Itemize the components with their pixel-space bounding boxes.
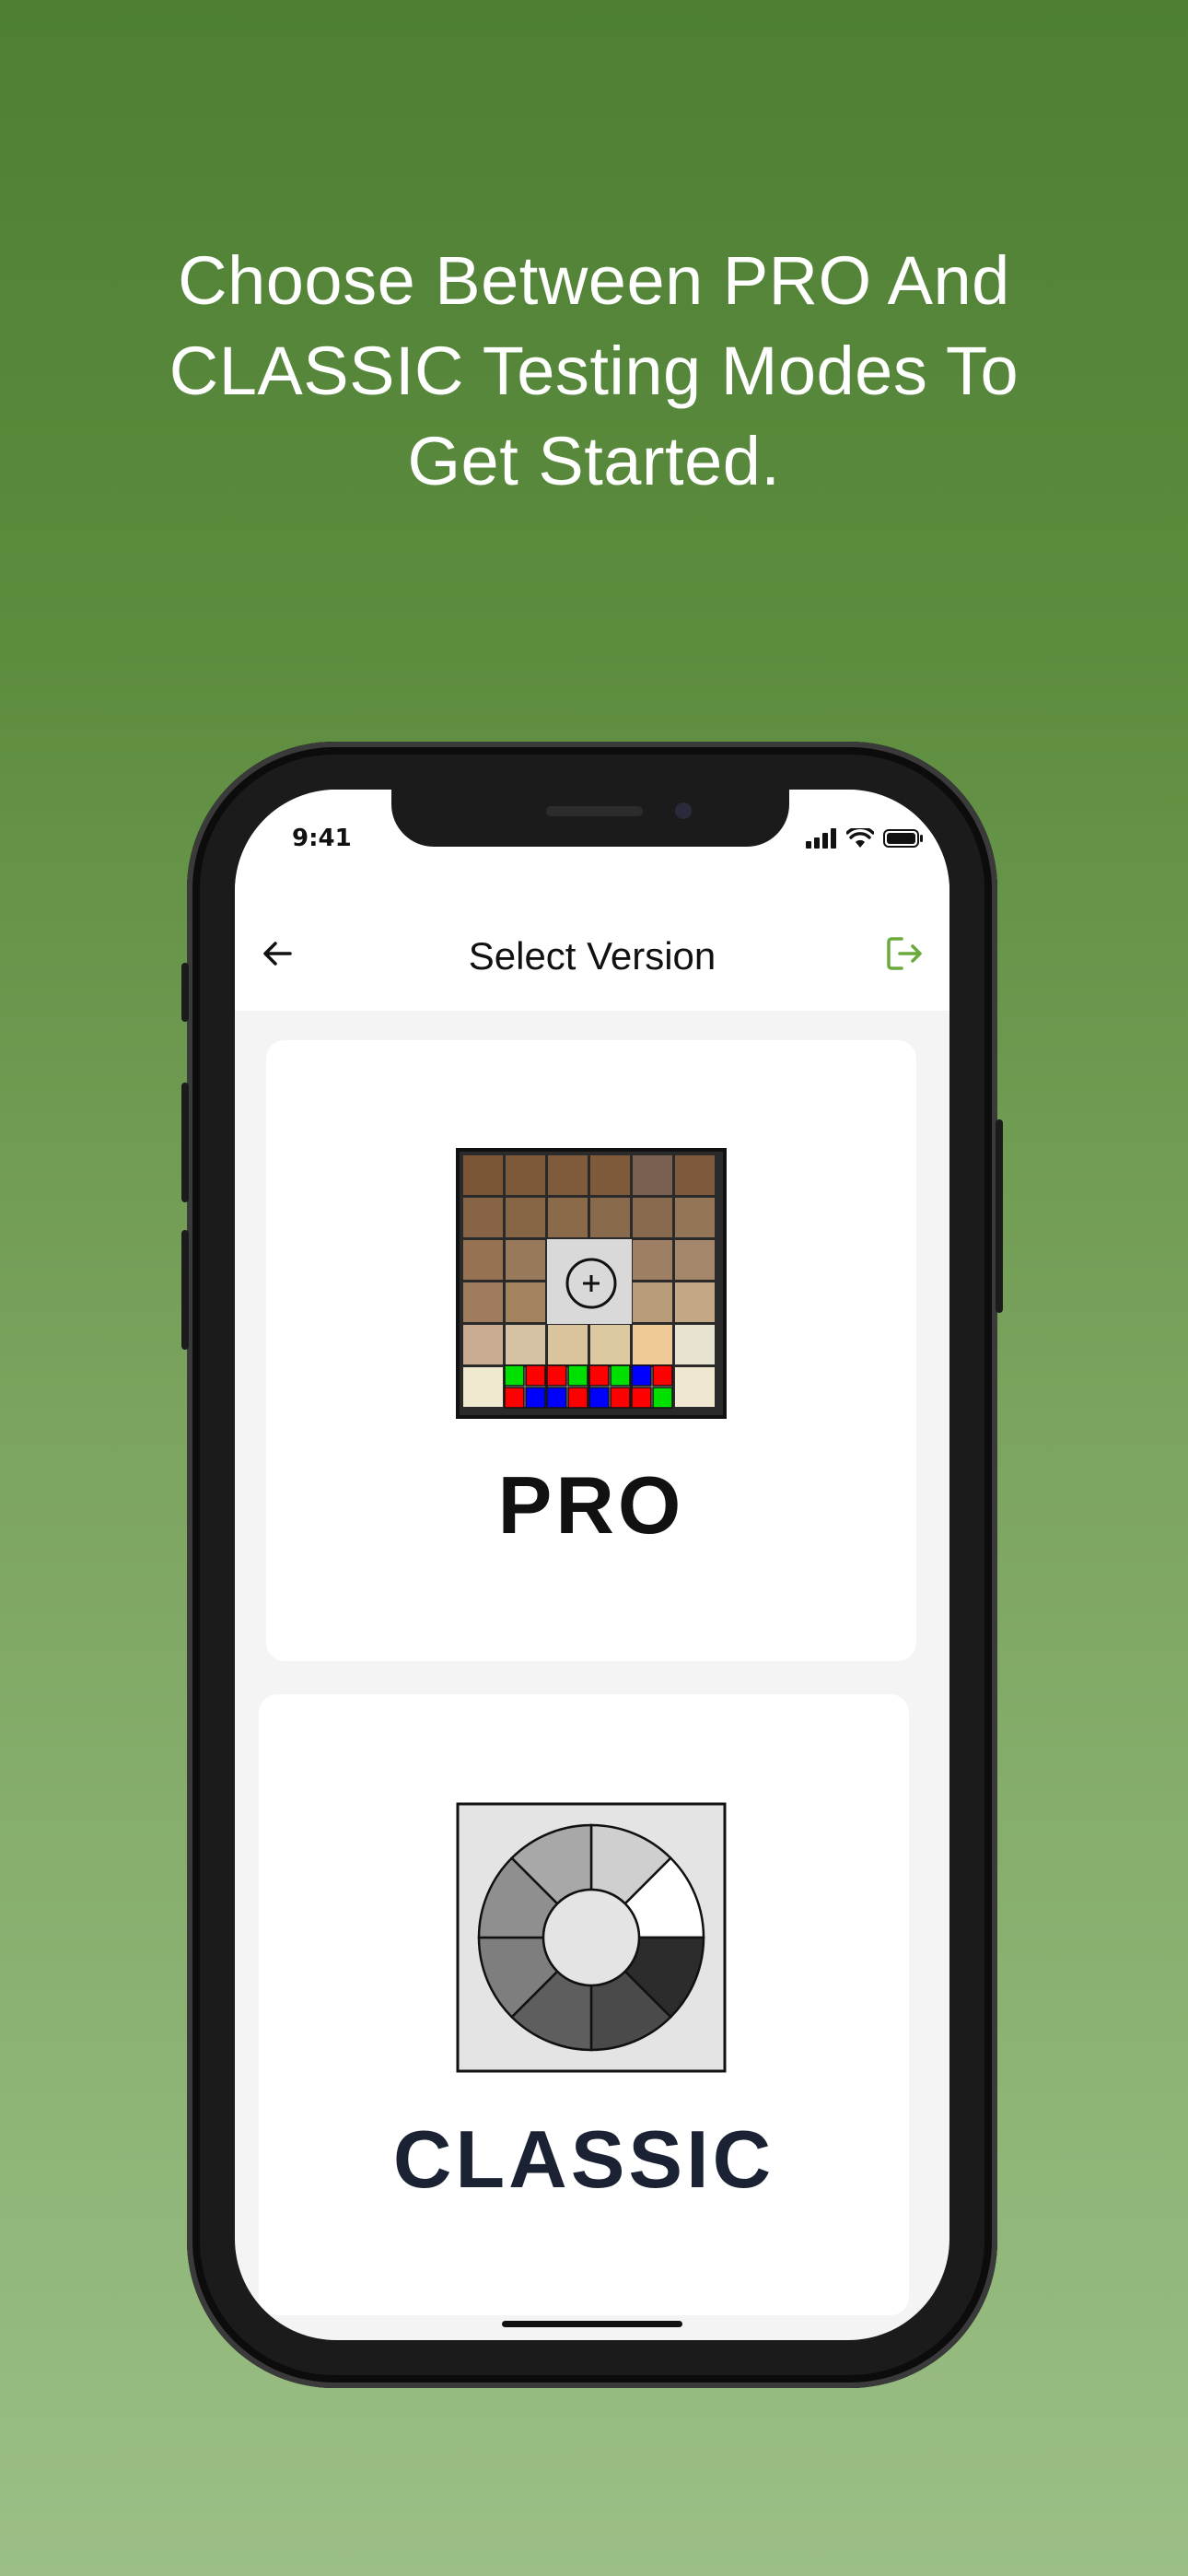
tone-swatch [633,1155,672,1195]
test-cell [610,1364,631,1387]
tone-swatch [463,1325,503,1364]
tone-swatch [463,1240,503,1280]
power-button [996,1119,1003,1313]
tone-swatch [506,1325,545,1364]
test-cell [588,1387,610,1409]
tone-swatch [675,1367,715,1407]
test-cell [546,1364,567,1387]
volume-up-button [181,1083,189,1202]
tone-swatch [590,1325,630,1364]
test-cell [631,1364,652,1387]
test-cell [610,1387,631,1409]
battery-icon [883,829,923,848]
tone-swatch [590,1155,630,1195]
tone-swatch [548,1155,588,1195]
wheel-center [542,1888,641,1987]
signal-icon [806,828,836,849]
volume-down-button [181,1230,189,1350]
tone-swatch [633,1282,672,1322]
test-cell [588,1364,610,1387]
headline-line-1: Choose Between PRO And [178,242,1010,319]
status-icons [806,826,924,850]
app-header: Select Version [235,896,949,1011]
test-cell [504,1364,525,1387]
tone-swatch [506,1282,545,1322]
test-cell [631,1387,652,1409]
phone-screen: 9:41 Select Version PRO CLASSIC [235,790,949,2340]
headline-line-3: Get Started. [407,423,781,499]
home-indicator [502,2321,682,2327]
test-cell [567,1364,588,1387]
tone-swatch [675,1198,715,1237]
classic-label: CLASSIC [392,2113,775,2205]
phone-mockup: 9:41 Select Version PRO CLASSIC [181,742,1003,2388]
front-camera [675,802,692,819]
wifi-icon [846,828,874,848]
tone-swatch [675,1155,715,1195]
classic-version-card[interactable]: CLASSIC [259,1694,909,2315]
test-cell [525,1364,546,1387]
logout-icon[interactable] [881,931,927,977]
mute-switch [181,963,189,1022]
pro-version-card[interactable]: PRO [266,1040,916,1661]
test-cell [525,1387,546,1409]
tone-swatch [675,1325,715,1364]
tone-swatch [548,1325,588,1364]
tone-swatch [506,1198,545,1237]
skin-tone-grid-icon [456,1148,727,1419]
pro-label: PRO [497,1459,685,1551]
tone-swatch [548,1198,588,1237]
tone-swatch [633,1240,672,1280]
headline-line-2: CLASSIC Testing Modes To [169,333,1019,409]
status-bar: 9:41 [235,790,949,896]
tone-swatch [463,1367,503,1407]
test-cell [546,1387,567,1409]
tone-swatch [463,1282,503,1322]
speaker-grille [546,806,643,816]
tone-swatch [463,1155,503,1195]
tone-swatch [633,1325,672,1364]
tone-swatch [675,1240,715,1280]
test-cell [504,1387,525,1409]
tone-swatch [590,1198,630,1237]
test-cell [652,1364,673,1387]
notch [391,790,789,847]
grayscale-wheel-icon [456,1802,727,2073]
test-cell [652,1387,673,1409]
page-title: Select Version [468,934,716,978]
tone-swatch [633,1198,672,1237]
tone-swatch [506,1240,545,1280]
tone-swatch [506,1155,545,1195]
tone-swatch [675,1282,715,1322]
tone-swatch [463,1198,503,1237]
status-time: 9:41 [292,825,352,852]
headline: Choose Between PRO And CLASSIC Testing M… [0,236,1188,507]
test-cell [567,1387,588,1409]
